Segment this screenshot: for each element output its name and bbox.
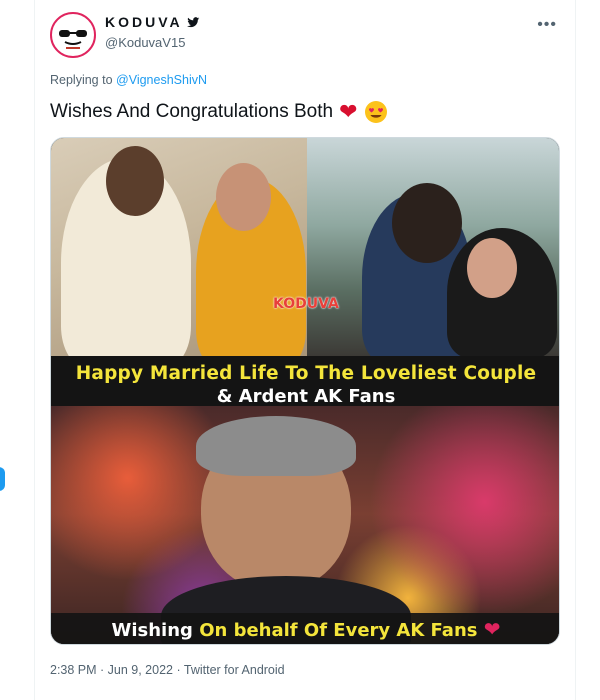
actor-hair bbox=[196, 416, 356, 476]
replying-to: Replying to @VigneshShivN bbox=[50, 73, 207, 87]
red-heart-emoji-icon: ❤ bbox=[339, 99, 358, 124]
caption-line-1: Happy Married Life To The Loveliest Coup… bbox=[75, 363, 537, 384]
replying-to-prefix: Replying to bbox=[50, 73, 113, 87]
caption-heart-icon: ❤ bbox=[483, 617, 501, 641]
display-name[interactable]: KODUVA bbox=[105, 14, 200, 30]
actor-photo bbox=[51, 406, 559, 644]
couple-photo-left bbox=[51, 138, 307, 356]
couple-photo-right bbox=[307, 138, 559, 356]
tweet-text: Wishes And Congratulations Both ❤ bbox=[50, 100, 388, 124]
tweet-text-body: Wishes And Congratulations Both bbox=[50, 101, 334, 122]
timeline-right-border bbox=[575, 0, 576, 700]
groom-head bbox=[106, 146, 164, 216]
image-watermark: KODUVA bbox=[273, 296, 339, 312]
user-handle[interactable]: @KoduvaV15 bbox=[105, 35, 185, 50]
caption-banner-bottom: Wishing On behalf Of Every AK Fans ❤ bbox=[51, 613, 559, 644]
caption-line-2: & Ardent AK Fans bbox=[216, 386, 396, 407]
tweet: KODUVA @KoduvaV15 ••• Replying to @Vigne… bbox=[35, 0, 575, 700]
avatar[interactable] bbox=[50, 12, 96, 58]
tweet-timestamp[interactable]: 2:38 PM · Jun 9, 2022 · Twitter for Andr… bbox=[50, 663, 285, 677]
verified-badge-icon bbox=[186, 16, 200, 27]
caption-bottom-yellow: On behalf Of Every AK Fans bbox=[199, 620, 478, 641]
display-name-text: KODUVA bbox=[105, 14, 183, 30]
replying-to-link[interactable]: @VigneshShivN bbox=[116, 73, 207, 87]
bride-head-2 bbox=[467, 238, 517, 298]
groom-head-2 bbox=[392, 183, 462, 263]
bride-head bbox=[216, 163, 271, 231]
sidebar-edge-indicator bbox=[0, 467, 5, 491]
heart-eyes-emoji-icon bbox=[364, 101, 387, 123]
more-options-icon[interactable]: ••• bbox=[537, 16, 557, 34]
caption-bottom-white: Wishing bbox=[111, 620, 193, 641]
avatar-logo-icon bbox=[59, 30, 87, 49]
tweet-image[interactable]: KODUVA Happy Married Life To The Lovelie… bbox=[50, 137, 560, 645]
